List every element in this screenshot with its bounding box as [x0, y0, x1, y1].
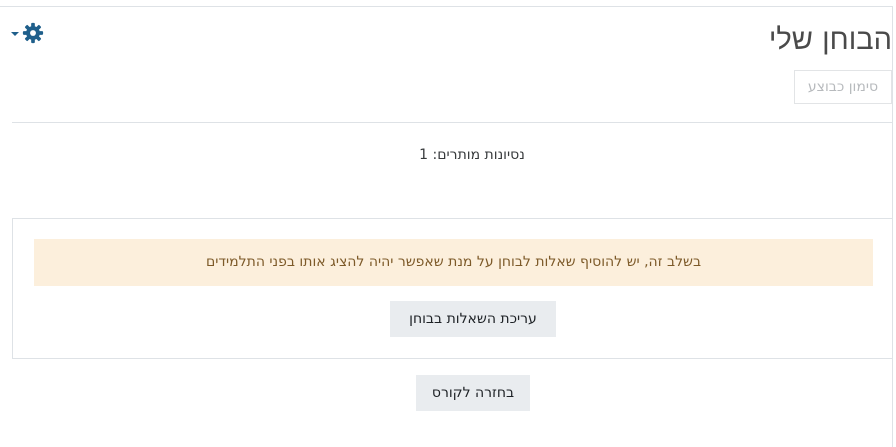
no-questions-alert: בשלב זה, יש להוסיף שאלות לבוחן על מנת שא… — [34, 239, 873, 286]
edit-quiz-questions-button[interactable]: עריכת השאלות בבוחן — [390, 301, 556, 337]
caret-down-icon[interactable] — [11, 32, 19, 36]
mark-done-button[interactable]: סימון כבוצע — [794, 70, 892, 104]
quiz-notice-box: בשלב זה, יש להוסיף שאלות לבוחן על מנת שא… — [12, 218, 893, 359]
header-divider — [12, 122, 892, 123]
page-title: הבוחן שלי — [768, 22, 892, 56]
back-to-course-button[interactable]: בחזרה לקורס — [416, 375, 530, 411]
gear-icon[interactable] — [22, 22, 44, 44]
attempts-allowed-text: נסיונות מותרים: 1 — [419, 147, 525, 163]
settings-menu[interactable] — [11, 22, 44, 44]
